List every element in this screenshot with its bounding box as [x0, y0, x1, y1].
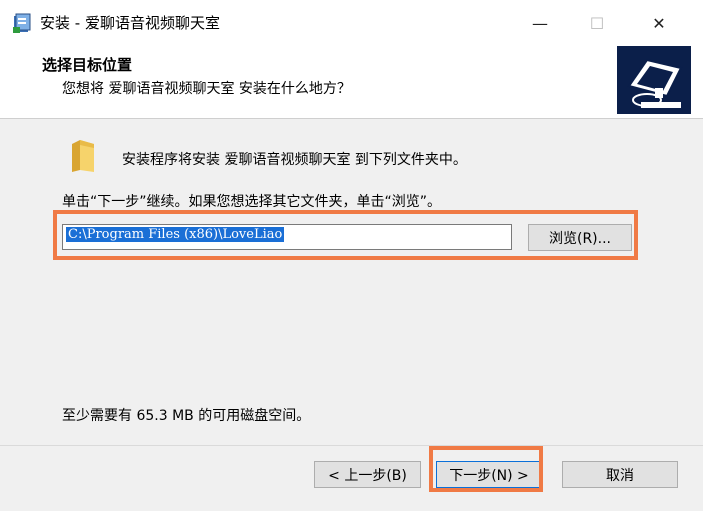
minimize-icon: — — [532, 13, 548, 33]
folder-icon — [72, 140, 94, 172]
install-intro-text: 安装程序将安装 爱聊语音视频聊天室 到下列文件夹中。 — [122, 152, 467, 168]
setup-computer-icon — [617, 46, 691, 114]
cancel-button[interactable]: 取消 — [562, 461, 678, 488]
cancel-button-label: 取消 — [606, 467, 634, 484]
close-button[interactable]: ✕ — [636, 0, 682, 46]
back-button-label: < 上一步(B) — [328, 467, 407, 484]
installer-app-icon — [13, 13, 31, 33]
wizard-header: 选择目标位置 您想将 爱聊语音视频聊天室 安装在什么地方？ — [0, 46, 703, 119]
page-subtitle: 您想将 爱聊语音视频聊天室 安装在什么地方？ — [62, 81, 351, 97]
disk-space-text: 至少需要有 65.3 MB 的可用磁盘空间。 — [62, 408, 311, 424]
installer-window: 安装 - 爱聊语音视频聊天室 — ☐ ✕ 选择目标位置 您想将 爱聊语音视频聊天… — [0, 0, 703, 511]
instruction-text: 单击“下一步”继续。如果您想选择其它文件夹，单击“浏览”。 — [62, 194, 442, 210]
maximize-icon: ☐ — [589, 13, 605, 33]
next-highlight-box — [429, 446, 543, 492]
close-icon: ✕ — [652, 13, 666, 33]
page-title: 选择目标位置 — [42, 56, 133, 74]
window-title: 安装 - 爱聊语音视频聊天室 — [40, 14, 220, 32]
browse-button-label: 浏览(R)... — [548, 230, 611, 247]
title-bar: 安装 - 爱聊语音视频聊天室 — ☐ ✕ — [0, 0, 703, 46]
browse-button[interactable]: 浏览(R)... — [528, 224, 632, 251]
footer-divider — [0, 445, 703, 446]
minimize-button[interactable]: — — [517, 0, 563, 46]
install-path-input[interactable]: C:\Program Files (x86)\LoveLiao — [62, 224, 512, 250]
maximize-button[interactable]: ☐ — [574, 0, 620, 46]
install-path-value: C:\Program Files (x86)\LoveLiao — [66, 227, 285, 242]
back-button[interactable]: < 上一步(B) — [314, 461, 421, 488]
